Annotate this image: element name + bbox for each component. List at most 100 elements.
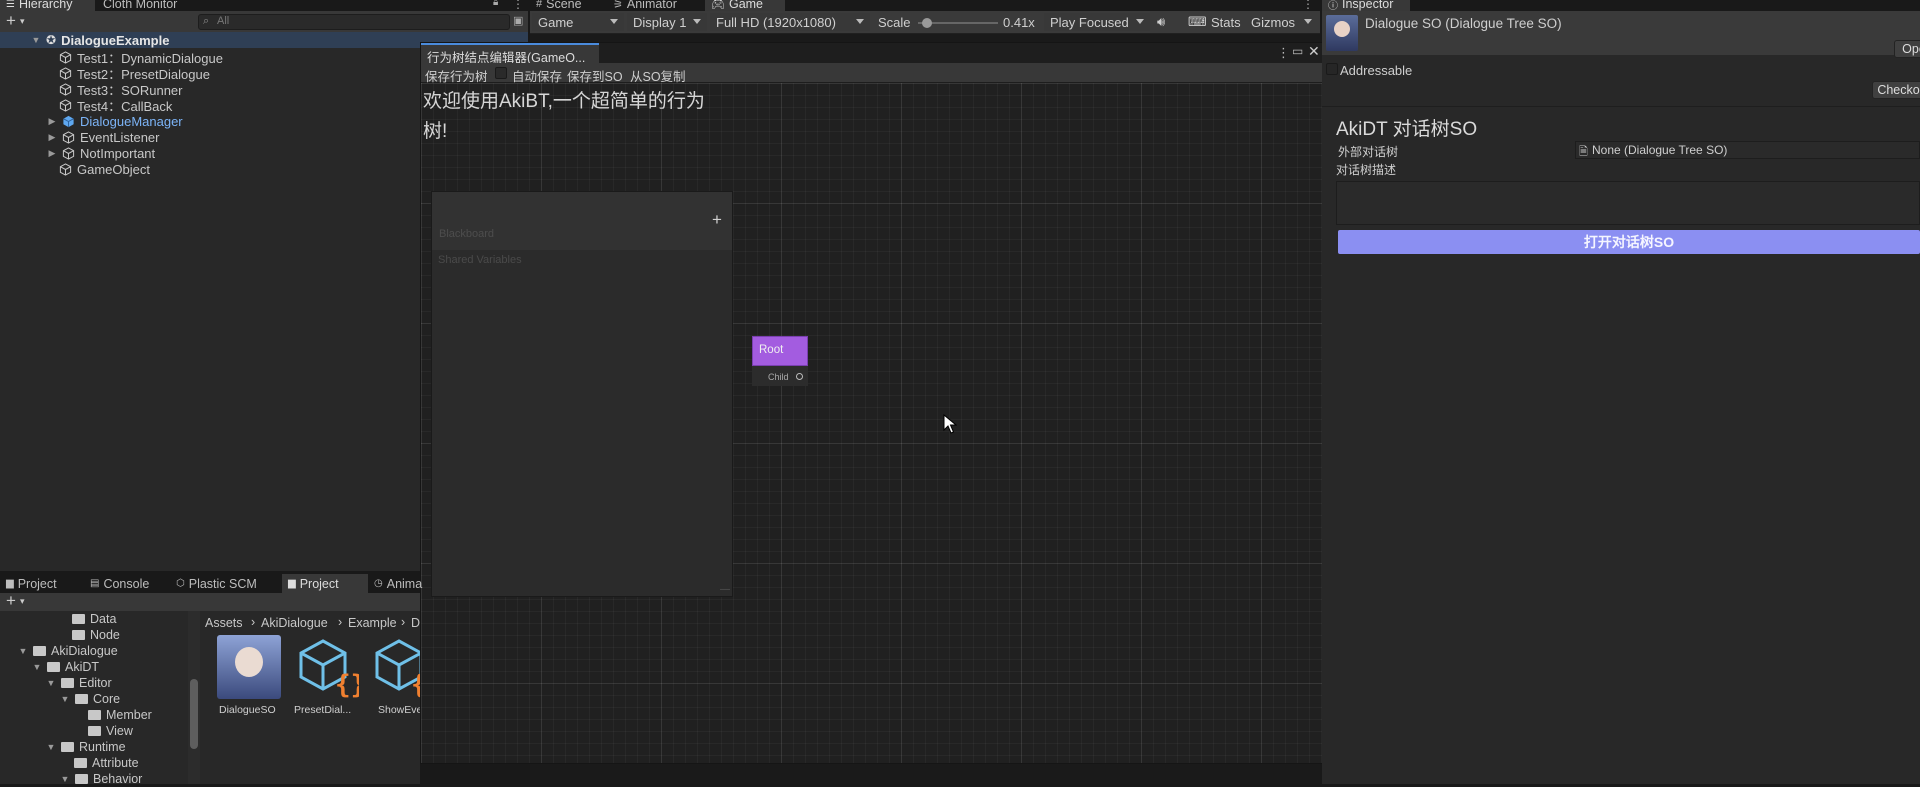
top-tab-strip: ☰ Hierarchy Cloth Monitor 🔒︎ ⋮ # Scene ⚞… xyxy=(0,0,1920,12)
gamepad-icon: 🎮︎ xyxy=(711,0,725,11)
addressable-checkbox[interactable] xyxy=(1326,63,1338,75)
asset-item[interactable]: {} ShowEve xyxy=(368,635,420,721)
tab-inspector-label: Inspector xyxy=(1342,0,1394,11)
addressable-label: Addressable xyxy=(1340,63,1413,78)
blackboard-add-button[interactable]: + xyxy=(712,210,722,230)
resolution-value: Full HD (1920x1080) xyxy=(716,14,836,30)
folder-item-label: View xyxy=(106,724,133,738)
expand-arrow-icon[interactable]: ▼ xyxy=(18,646,28,656)
folder-item[interactable]: ▼ AkiDT xyxy=(32,659,100,675)
scrollbar-thumb[interactable] xyxy=(190,679,198,749)
keyboard-icon[interactable]: ⌨ xyxy=(1188,14,1207,30)
folder-icon xyxy=(72,614,85,624)
clock-icon: ◷ xyxy=(374,578,383,589)
asset-label: PresetDial... xyxy=(294,704,352,716)
expand-arrow-icon[interactable]: ▼ xyxy=(32,662,42,672)
expand-arrow-icon[interactable]: ▼ xyxy=(60,774,70,784)
game-mode-dropdown[interactable]: Game xyxy=(532,13,624,31)
bt-editor-tab[interactable]: 行为树结点编辑器(GameO... xyxy=(421,43,599,63)
expand-arrow-icon[interactable]: ▶ xyxy=(47,132,57,143)
kebab-menu-icon[interactable]: ⋮ xyxy=(512,0,524,11)
root-node[interactable]: Root xyxy=(752,336,808,366)
kebab-menu-icon[interactable]: ⋮ xyxy=(1277,45,1290,61)
expand-arrow-icon[interactable]: ▼ xyxy=(31,35,41,45)
stats-toggle[interactable]: Stats xyxy=(1211,15,1241,30)
hierarchy-item[interactable]: Test4：CallBack xyxy=(59,97,172,114)
open-button[interactable]: Ope xyxy=(1894,40,1920,58)
expand-arrow-icon[interactable]: ▶ xyxy=(47,116,57,127)
tab-animation[interactable]: ◷ Anima xyxy=(368,574,428,593)
expand-arrow-icon[interactable]: ▼ xyxy=(46,742,56,752)
tab-animator[interactable]: ⚞ Animator xyxy=(607,0,683,11)
display-dropdown[interactable]: Display 1 xyxy=(627,13,707,31)
folder-item[interactable]: ▼ Core xyxy=(60,691,121,707)
external-tree-field[interactable]: 🗎 None (Dialogue Tree SO) xyxy=(1575,141,1920,159)
open-tree-button[interactable]: 打开对话树SO xyxy=(1338,230,1920,254)
tab-game[interactable]: 🎮︎ Game xyxy=(705,0,785,11)
auto-save-checkbox[interactable] xyxy=(495,67,507,79)
root-node-output: Child xyxy=(752,366,808,386)
folder-item[interactable]: Data xyxy=(72,611,116,627)
child-port[interactable] xyxy=(796,373,803,380)
maximize-icon[interactable]: ▭ xyxy=(1292,44,1303,58)
folder-tree-scrollbar[interactable] xyxy=(188,611,200,784)
gizmos-dropdown[interactable]: Gizmos xyxy=(1245,13,1318,31)
checkout-button[interactable]: Checkou xyxy=(1872,81,1920,99)
breadcrumb-item[interactable]: Assets xyxy=(205,616,243,630)
inspector-panel: Dialogue SO (Dialogue Tree SO) Ope Addre… xyxy=(1322,11,1920,784)
graph-canvas[interactable]: 欢迎使用AkiBT,一个超简单的行为树! Blackboard + Shared… xyxy=(421,83,1323,763)
tab-hierarchy[interactable]: ☰ Hierarchy xyxy=(0,0,95,11)
folder-item[interactable]: Node xyxy=(72,627,120,643)
resolution-dropdown[interactable]: Full HD (1920x1080) xyxy=(710,13,870,31)
asset-item[interactable]: DialogueSO xyxy=(214,635,284,721)
mouse-cursor-icon xyxy=(943,414,957,434)
resize-handle-icon[interactable]: — xyxy=(720,584,730,595)
scale-slider[interactable] xyxy=(918,18,998,28)
expand-arrow-icon[interactable]: ▶ xyxy=(47,148,57,159)
tab-cloth-monitor[interactable]: Cloth Monitor xyxy=(97,0,183,11)
filter-icon[interactable]: ▣ xyxy=(513,14,523,27)
hierarchy-item[interactable]: ▶ EventListener xyxy=(47,129,160,145)
chevron-down-icon[interactable]: ▾ xyxy=(20,596,25,607)
tab-project-2[interactable]: ▆ Project xyxy=(282,574,368,593)
folder-item[interactable]: Attribute xyxy=(74,755,139,771)
avatar-icon xyxy=(235,647,263,677)
folder-item[interactable]: ▼ Runtime xyxy=(46,739,126,755)
play-mode-dropdown[interactable]: Play Focused xyxy=(1044,13,1150,31)
folder-open-icon xyxy=(33,646,46,656)
asset-thumbnail xyxy=(217,635,281,699)
hierarchy-search-input[interactable]: ⌕ All xyxy=(198,14,510,30)
expand-arrow-icon[interactable]: ▼ xyxy=(46,678,56,688)
expand-arrow-icon[interactable]: ▼ xyxy=(60,694,70,704)
scale-slider-thumb[interactable] xyxy=(921,18,932,28)
inspector-object-name: Dialogue SO (Dialogue Tree SO) xyxy=(1365,16,1562,31)
chevron-down-icon[interactable]: ▾ xyxy=(20,16,25,27)
speaker-icon[interactable]: 🔊︎ xyxy=(1157,14,1165,30)
folder-open-icon xyxy=(75,694,88,704)
asset-thumbnail xyxy=(1326,15,1358,51)
close-icon[interactable]: ✕ xyxy=(1308,43,1320,60)
tab-scene[interactable]: # Scene xyxy=(530,0,588,11)
tab-plastic-scm[interactable]: ⬡ Plastic SCM xyxy=(170,574,263,593)
breadcrumb-item[interactable]: D xyxy=(411,616,420,630)
breadcrumb-item[interactable]: AkiDialogue xyxy=(261,616,328,630)
breadcrumb-item[interactable]: Example xyxy=(348,616,397,630)
tab-console[interactable]: ▤ Console xyxy=(84,574,155,593)
tab-animation-label: Anima xyxy=(386,576,423,591)
folder-item[interactable]: ▼ Editor xyxy=(46,675,112,691)
description-field[interactable] xyxy=(1336,181,1920,225)
folder-item[interactable]: ▼ Behavior xyxy=(60,771,143,787)
asset-item[interactable]: {} PresetDial... xyxy=(292,635,362,721)
hierarchy-item[interactable]: GameObject xyxy=(59,161,150,177)
add-icon[interactable]: + xyxy=(6,11,16,31)
folder-item[interactable]: View xyxy=(88,723,133,739)
add-icon[interactable]: + xyxy=(6,591,16,611)
hierarchy-item[interactable]: ▶ DialogueManager xyxy=(47,113,183,129)
hierarchy-item[interactable]: ▶ NotImportant xyxy=(47,145,156,161)
kebab-menu-icon[interactable]: ⋮ xyxy=(1302,0,1314,11)
folder-item[interactable]: ▼ AkiDialogue xyxy=(18,643,118,659)
folder-icon: ▆ xyxy=(288,578,296,589)
tab-inspector[interactable]: ⓘ Inspector xyxy=(1322,0,1410,12)
lock-icon[interactable]: 🔒︎ xyxy=(493,0,498,8)
folder-item[interactable]: Member xyxy=(88,707,152,723)
